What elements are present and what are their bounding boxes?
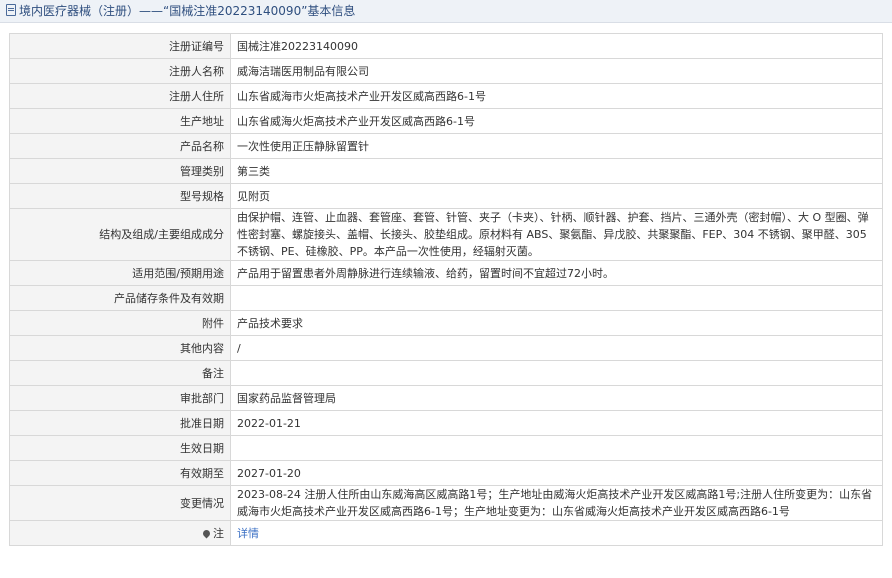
table-row: 注册人住所 山东省威海市火炬高技术产业开发区威高西路6-1号 — [9, 83, 883, 109]
row-value: / — [230, 335, 883, 361]
table-row: 型号规格 见附页 — [9, 183, 883, 209]
row-value — [230, 285, 883, 311]
row-value: 见附页 — [230, 183, 883, 209]
row-label: 型号规格 — [9, 183, 231, 209]
row-label: 注册人住所 — [9, 83, 231, 109]
row-label: 附件 — [9, 310, 231, 336]
row-label: 管理类别 — [9, 158, 231, 184]
row-label: 注册证编号 — [9, 33, 231, 59]
row-value: 由保护帽、连管、止血器、套管座、套管、针管、夹子（卡夹）、针柄、顺针器、护套、挡… — [230, 208, 883, 261]
table-row: 有效期至 2027-01-20 — [9, 460, 883, 486]
row-value: 第三类 — [230, 158, 883, 184]
row-value: 威海洁瑞医用制品有限公司 — [230, 58, 883, 84]
table-row: 生产地址 山东省威海火炬高技术产业开发区威高西路6-1号 — [9, 108, 883, 134]
row-label: 产品储存条件及有效期 — [9, 285, 231, 311]
row-label: 生效日期 — [9, 435, 231, 461]
table-row: 生效日期 — [9, 435, 883, 461]
table-row: 产品储存条件及有效期 — [9, 285, 883, 311]
note-label: 注 — [213, 526, 224, 540]
table-row: 其他内容 / — [9, 335, 883, 361]
table-row: 注册证编号 国械注准20223140090 — [9, 33, 883, 59]
row-label: 备注 — [9, 360, 231, 386]
table-row: 产品名称 一次性使用正压静脉留置针 — [9, 133, 883, 159]
table-row: 适用范围/预期用途 产品用于留置患者外周静脉进行连续输液、给药，留置时间不宜超过… — [9, 260, 883, 286]
page-title-bar: 境内医疗器械（注册）——“国械注准20223140090”基本信息 — [0, 0, 892, 23]
row-label: 变更情况 — [9, 485, 231, 521]
table-row: 变更情况 2023-08-24 注册人住所由山东威海高区威高路1号；生产地址由威… — [9, 485, 883, 521]
row-value: 国械注准20223140090 — [230, 33, 883, 59]
table-row: 管理类别 第三类 — [9, 158, 883, 184]
table-row: 结构及组成/主要组成成分 由保护帽、连管、止血器、套管座、套管、针管、夹子（卡夹… — [9, 208, 883, 261]
page-title: 境内医疗器械（注册）——“国械注准20223140090”基本信息 — [19, 4, 356, 18]
row-label: 批准日期 — [9, 410, 231, 436]
note-label-cell: 注 — [9, 520, 231, 546]
table-row: 批准日期 2022-01-21 — [9, 410, 883, 436]
row-label: 其他内容 — [9, 335, 231, 361]
detail-table: 注册证编号 国械注准20223140090 注册人名称 威海洁瑞医用制品有限公司… — [9, 33, 883, 546]
row-value: 山东省威海市火炬高技术产业开发区威高西路6-1号 — [230, 83, 883, 109]
row-label: 结构及组成/主要组成成分 — [9, 208, 231, 261]
row-label: 有效期至 — [9, 460, 231, 486]
row-label: 注册人名称 — [9, 58, 231, 84]
row-value: 2022-01-21 — [230, 410, 883, 436]
table-row-note: 注 详情 — [9, 520, 883, 546]
table-row: 审批部门 国家药品监督管理局 — [9, 385, 883, 411]
table-row: 附件 产品技术要求 — [9, 310, 883, 336]
row-value: 产品技术要求 — [230, 310, 883, 336]
document-icon — [6, 4, 16, 16]
row-value — [230, 360, 883, 386]
table-row: 注册人名称 威海洁瑞医用制品有限公司 — [9, 58, 883, 84]
row-label: 产品名称 — [9, 133, 231, 159]
row-value: 一次性使用正压静脉留置针 — [230, 133, 883, 159]
row-label: 生产地址 — [9, 108, 231, 134]
location-pin-icon — [201, 528, 212, 538]
row-value: 2027-01-20 — [230, 460, 883, 486]
row-value: 产品用于留置患者外周静脉进行连续输液、给药，留置时间不宜超过72小时。 — [230, 260, 883, 286]
row-value: 国家药品监督管理局 — [230, 385, 883, 411]
details-link[interactable]: 详情 — [237, 527, 259, 540]
page: 境内医疗器械（注册）——“国械注准20223140090”基本信息 注册证编号 … — [0, 0, 892, 578]
row-value: 山东省威海火炬高技术产业开发区威高西路6-1号 — [230, 108, 883, 134]
row-value — [230, 435, 883, 461]
row-value: 2023-08-24 注册人住所由山东威海高区威高路1号；生产地址由威海火炬高技… — [230, 485, 883, 521]
row-label: 审批部门 — [9, 385, 231, 411]
table-row: 备注 — [9, 360, 883, 386]
row-label: 适用范围/预期用途 — [9, 260, 231, 286]
note-value-cell: 详情 — [230, 520, 883, 546]
